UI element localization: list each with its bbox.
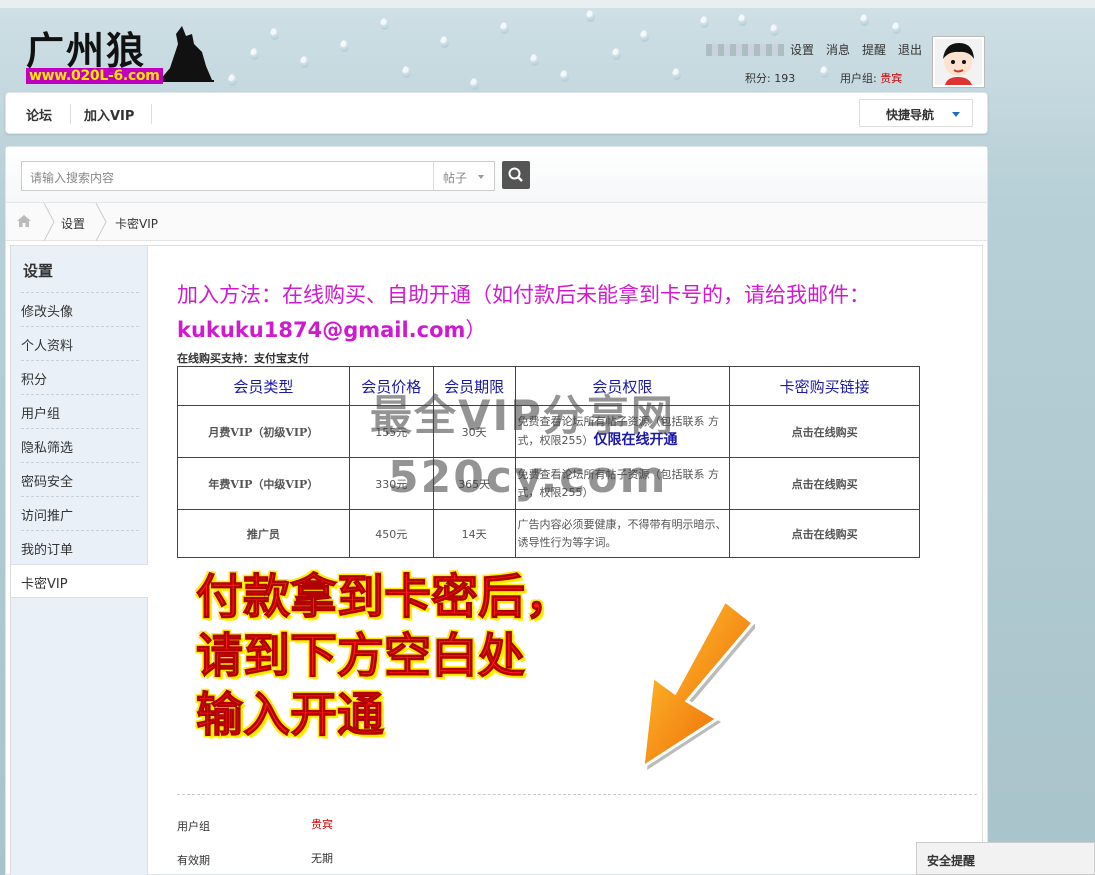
plan-type: 月费VIP（初级VIP） bbox=[177, 405, 350, 458]
sidebar-item-avatar[interactable]: 修改头像 bbox=[21, 292, 139, 326]
search-bar: 请输入搜索内容 帖子 bbox=[6, 147, 987, 203]
dropdown-arrow-icon bbox=[478, 175, 484, 179]
user-group[interactable]: 用户组: 贵宾 bbox=[840, 70, 902, 86]
info-label-expiry: 有效期 bbox=[177, 854, 210, 867]
plan-price: 450元 bbox=[348, 509, 434, 558]
sidebar-item-security[interactable]: 密码安全 bbox=[21, 462, 139, 496]
notifications-link[interactable]: 提醒 bbox=[862, 41, 886, 58]
settings-panel: 设置 修改头像 个人资料 积分 用户组 隐私筛选 密码安全 访问推广 我的订单 … bbox=[10, 245, 983, 875]
site-logo[interactable]: 广州狼 www.020L-6.com bbox=[24, 18, 224, 88]
user-group-value: 贵宾 bbox=[880, 72, 903, 85]
sidebar-item-usergroup[interactable]: 用户组 bbox=[21, 394, 139, 428]
breadcrumb: 设置 卡密VIP bbox=[6, 203, 987, 241]
settings-link[interactable]: 设置 bbox=[790, 41, 814, 58]
table-row: 推广员 450元 14天 广告内容必须要健康，不得带有明示暗示、诱导性行为等字词… bbox=[177, 509, 920, 558]
header-buy-link: 卡密购买链接 bbox=[729, 366, 920, 406]
plan-term: 14天 bbox=[432, 509, 516, 558]
info-label-usergroup: 用户组 bbox=[177, 820, 210, 833]
plan-permission: 广告内容必须要健康，不得带有明示暗示、诱导性行为等字词。 bbox=[514, 509, 731, 558]
home-icon[interactable] bbox=[16, 214, 32, 228]
quick-nav-label: 快捷导航 bbox=[886, 108, 935, 122]
breadcrumb-settings[interactable]: 设置 bbox=[61, 215, 85, 232]
search-type-value: 帖子 bbox=[443, 171, 468, 185]
info-value-expiry: 无期 bbox=[311, 852, 333, 865]
chevron-down-icon bbox=[952, 112, 960, 117]
join-close: ） bbox=[465, 318, 487, 342]
user-links: 设置 消息 提醒 退出 bbox=[790, 41, 922, 58]
arrow-down-left-icon bbox=[641, 601, 755, 770]
quick-nav-button[interactable]: 快捷导航 bbox=[859, 99, 973, 127]
join-text: 加入方法：在线购买、自助开通（如付款后未能拿到卡号的，请给我邮件： bbox=[177, 283, 870, 307]
messages-link[interactable]: 消息 bbox=[826, 41, 850, 58]
security-reminder-tab[interactable]: 安全提醒 bbox=[916, 842, 1095, 875]
divider bbox=[177, 794, 977, 795]
sidebar-title: 设置 bbox=[23, 262, 54, 280]
plan-type: 推广员 bbox=[177, 509, 350, 558]
top-strip bbox=[0, 0, 1095, 8]
info-value-usergroup: 贵宾 bbox=[311, 818, 333, 831]
big-notice: 付款拿到卡密后， 请到下方空白处 输入开通 bbox=[196, 568, 646, 745]
logo-url: www.020L-6.com bbox=[26, 68, 163, 84]
buy-online-link[interactable]: 点击在线购买 bbox=[729, 405, 920, 458]
credits-label[interactable]: 积分: 193 bbox=[745, 70, 795, 86]
sidebar: 设置 修改头像 个人资料 积分 用户组 隐私筛选 密码安全 访问推广 我的订单 … bbox=[11, 246, 148, 875]
buy-online-link[interactable]: 点击在线购买 bbox=[729, 509, 920, 558]
sidebar-item-privacy[interactable]: 隐私筛选 bbox=[21, 428, 139, 462]
search-button[interactable] bbox=[502, 161, 530, 189]
buy-online-link[interactable]: 点击在线购买 bbox=[729, 457, 920, 510]
nav-forum[interactable]: 论坛 bbox=[26, 105, 52, 124]
breadcrumb-current: 卡密VIP bbox=[115, 217, 158, 231]
sidebar-item-card-vip[interactable]: 卡密VIP bbox=[11, 564, 148, 598]
big-notice-line: 输入开通 bbox=[196, 688, 385, 744]
avatar[interactable] bbox=[932, 36, 985, 88]
payment-support-note: 在线购买支持：支付宝支付 bbox=[177, 352, 309, 365]
sidebar-item-profile[interactable]: 个人资料 bbox=[21, 326, 139, 360]
content-area: 加入方法：在线购买、自助开通（如付款后未能拿到卡号的，请给我邮件： kukuku1… bbox=[170, 246, 977, 875]
big-notice-line: 付款拿到卡密后， bbox=[196, 570, 573, 626]
breadcrumb-separator-icon bbox=[43, 203, 55, 241]
sidebar-item-orders[interactable]: 我的订单 bbox=[21, 530, 139, 564]
user-group-label: 用户组: bbox=[840, 72, 881, 85]
username-blurred bbox=[706, 44, 784, 56]
logout-link[interactable]: 退出 bbox=[898, 41, 922, 58]
breadcrumb-separator-icon bbox=[95, 203, 107, 241]
main-nav: 论坛 加入VIP 快捷导航 bbox=[5, 92, 988, 134]
sidebar-item-promotion[interactable]: 访问推广 bbox=[21, 496, 139, 530]
plan-type: 年费VIP（中级VIP） bbox=[177, 457, 350, 510]
nav-divider bbox=[151, 104, 152, 124]
watermark-domain: 520cy.com bbox=[388, 452, 668, 503]
sidebar-item-credits[interactable]: 积分 bbox=[21, 360, 139, 394]
join-instructions: 加入方法：在线购买、自助开通（如付款后未能拿到卡号的，请给我邮件： kukuku1… bbox=[177, 278, 947, 348]
search-input[interactable]: 请输入搜索内容 bbox=[21, 161, 434, 191]
search-icon bbox=[508, 167, 523, 182]
big-notice-line: 请到下方空白处 bbox=[196, 629, 526, 685]
header-type: 会员类型 bbox=[177, 366, 350, 406]
nav-join-vip[interactable]: 加入VIP bbox=[84, 105, 134, 124]
support-email: kukuku1874@gmail.com bbox=[177, 318, 466, 342]
avatar-face-icon bbox=[935, 39, 982, 85]
logo-title: 广州狼 bbox=[26, 28, 147, 73]
search-type-select[interactable]: 帖子 bbox=[433, 161, 495, 191]
main-container: 请输入搜索内容 帖子 设置 卡密VIP 设置 修改头像 个人资料 积分 用户组 … bbox=[5, 146, 988, 875]
watermark-title: 最全VIP分享网 bbox=[370, 391, 675, 440]
header: 广州狼 www.020L-6.com 设置 消息 提醒 退出 积分: 193 用… bbox=[0, 8, 1095, 90]
nav-divider bbox=[70, 104, 71, 124]
